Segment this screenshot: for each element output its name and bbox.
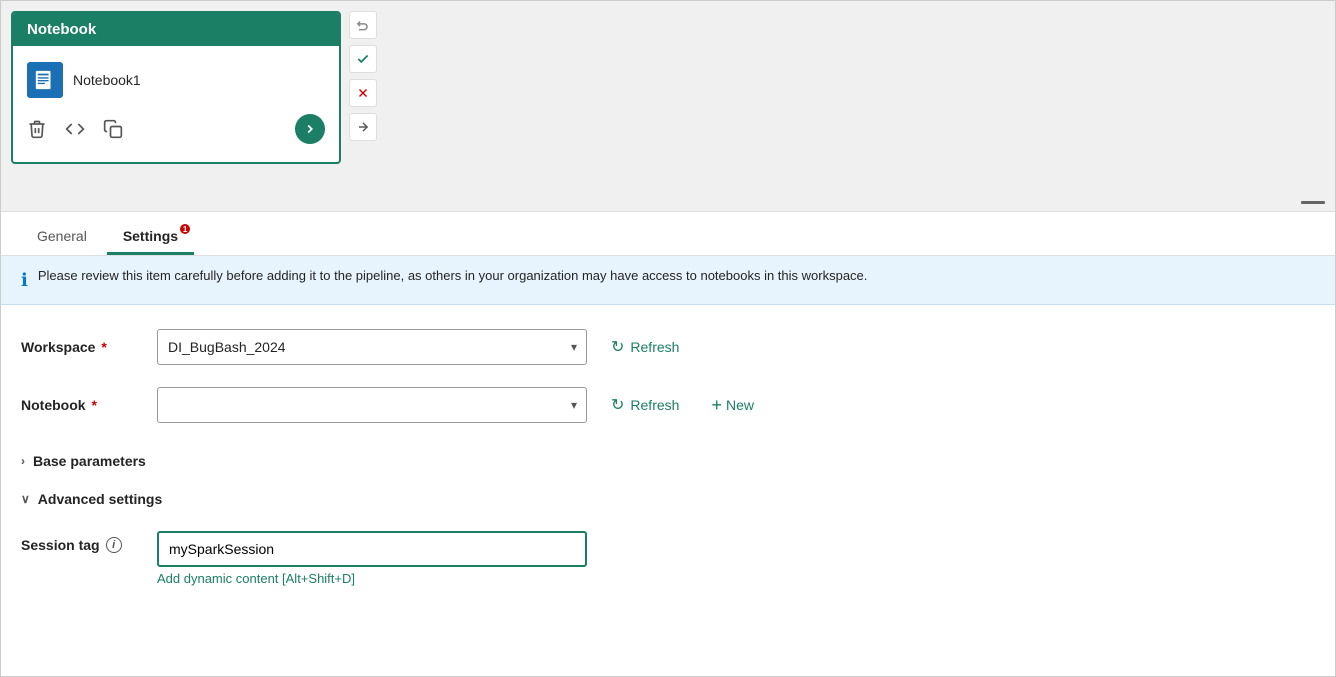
session-input-wrapper: Add dynamic content [Alt+Shift+D] bbox=[157, 531, 587, 586]
notebook-item: Notebook1 bbox=[27, 56, 325, 104]
delete-icon[interactable] bbox=[27, 119, 47, 139]
notebook-card-header: Notebook bbox=[13, 13, 339, 46]
workspace-select[interactable]: DI_BugBash_2024 bbox=[157, 329, 587, 365]
minimize-bar bbox=[1301, 201, 1325, 204]
notebook-card-body: Notebook1 bbox=[13, 46, 339, 162]
session-tag-info-icon[interactable]: i bbox=[106, 537, 122, 553]
notebook-item-name: Notebook1 bbox=[73, 72, 141, 88]
workspace-required-star: * bbox=[97, 339, 106, 355]
workspace-row: Workspace * DI_BugBash_2024 ▾ ↻ Refresh bbox=[21, 329, 1315, 365]
advanced-settings-header[interactable]: ∨ Advanced settings bbox=[21, 483, 1315, 515]
info-banner: ℹ Please review this item carefully befo… bbox=[1, 256, 1335, 305]
dynamic-content-link[interactable]: Add dynamic content [Alt+Shift+D] bbox=[157, 571, 587, 586]
info-icon: ℹ bbox=[21, 267, 28, 294]
notebook-file-icon bbox=[27, 62, 63, 98]
workspace-select-wrapper: DI_BugBash_2024 ▾ bbox=[157, 329, 587, 365]
new-plus-icon: + bbox=[711, 396, 722, 414]
base-parameters-chevron-icon: › bbox=[21, 454, 25, 468]
forward-button[interactable] bbox=[349, 113, 377, 141]
copy-icon[interactable] bbox=[103, 119, 123, 139]
main-panel: General Settings 1 ℹ Please review this … bbox=[1, 211, 1335, 676]
base-parameters-header[interactable]: › Base parameters bbox=[21, 445, 1315, 477]
workspace-refresh-button[interactable]: ↻ Refresh bbox=[603, 333, 687, 361]
outer-container: Notebook Notebook1 bbox=[0, 0, 1336, 677]
session-tag-row: Session tag i Add dynamic content [Alt+S… bbox=[21, 531, 1315, 586]
workspace-refresh-icon: ↻ bbox=[611, 337, 624, 357]
tabs-bar: General Settings 1 bbox=[1, 212, 1335, 256]
notebook-row: Notebook * ▾ ↻ Refresh + New bbox=[21, 387, 1315, 423]
settings-tab-badge: 1 bbox=[180, 224, 190, 234]
session-tag-label: Session tag i bbox=[21, 531, 141, 553]
advanced-settings-chevron-icon: ∨ bbox=[21, 492, 30, 506]
sidebar-arrows bbox=[349, 11, 377, 141]
notebook-required-star: * bbox=[88, 397, 97, 413]
notebook-actions bbox=[27, 104, 325, 148]
workspace-label: Workspace * bbox=[21, 339, 141, 355]
notebook-refresh-icon: ↻ bbox=[611, 395, 624, 415]
base-parameters-section: › Base parameters bbox=[21, 445, 1315, 477]
notebook-refresh-button[interactable]: ↻ Refresh bbox=[603, 391, 687, 419]
notebook-card: Notebook Notebook1 bbox=[11, 11, 341, 164]
form-area: Workspace * DI_BugBash_2024 ▾ ↻ Refresh … bbox=[1, 305, 1335, 602]
notebook-select-wrapper: ▾ bbox=[157, 387, 587, 423]
tab-general[interactable]: General bbox=[21, 220, 103, 255]
notebook-select[interactable] bbox=[157, 387, 587, 423]
undo-button[interactable] bbox=[349, 11, 377, 39]
notebook-new-button[interactable]: + New bbox=[703, 392, 762, 418]
go-icon[interactable] bbox=[295, 114, 325, 144]
notebook-label: Notebook * bbox=[21, 397, 141, 413]
cancel-button[interactable] bbox=[349, 79, 377, 107]
session-tag-input[interactable] bbox=[157, 531, 587, 567]
advanced-settings-section: ∨ Advanced settings bbox=[21, 483, 1315, 515]
code-icon[interactable] bbox=[65, 119, 85, 139]
confirm-button[interactable] bbox=[349, 45, 377, 73]
tab-settings[interactable]: Settings 1 bbox=[107, 220, 194, 255]
